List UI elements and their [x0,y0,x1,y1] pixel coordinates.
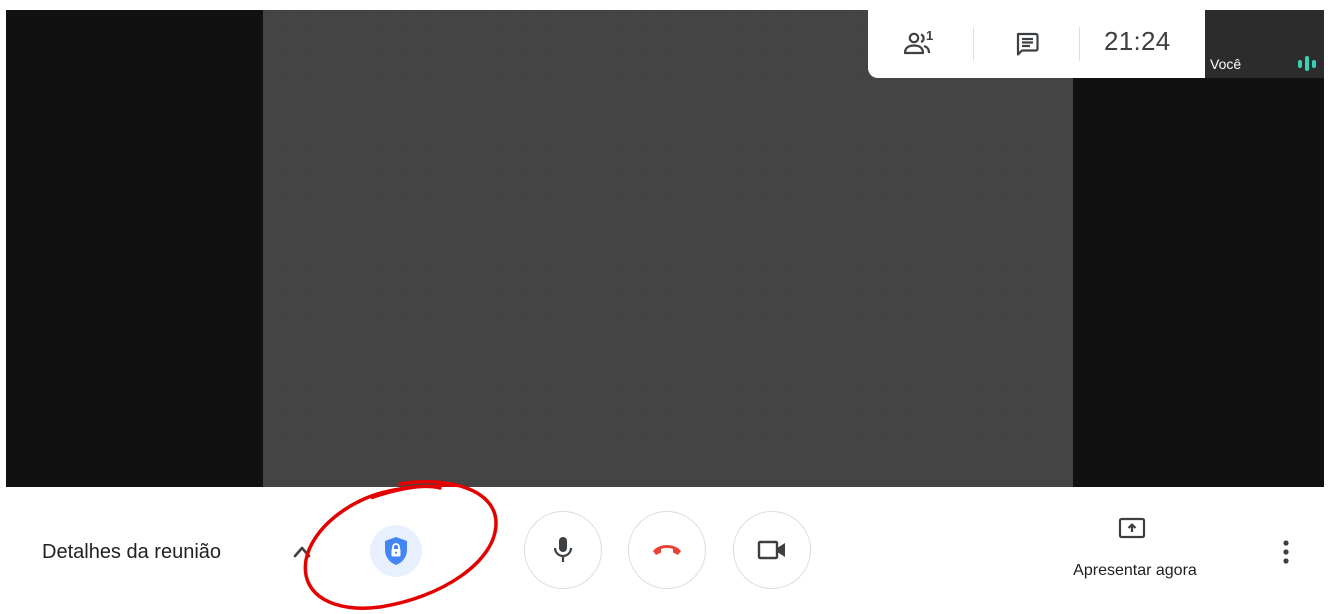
hangup-icon [653,545,681,555]
hangup-button[interactable] [628,511,706,589]
more-vertical-icon [1283,540,1289,564]
people-button[interactable]: 1 [888,10,950,78]
chat-icon [1016,32,1039,56]
host-controls-button[interactable] [370,525,422,577]
audio-level-icon [1298,56,1316,71]
top-info-panel: 1 21:24 [868,10,1205,78]
present-screen-icon [1118,517,1146,539]
video-area [6,10,1324,487]
meet-call-screen: 1 21:24 Você Detalhes da reunião Apresen… [0,0,1330,614]
main-video-feed [263,10,1073,487]
call-time: 21:24 [1104,26,1171,56]
present-now-label: Apresentar agora [1073,562,1197,579]
chat-button[interactable] [996,10,1058,78]
microphone-button[interactable] [524,511,602,589]
bottom-control-bar: Detalhes da reunião Apresentar agora [0,487,1330,614]
self-name-label: Você [1210,56,1242,72]
camera-button[interactable] [733,511,811,589]
self-video-tile[interactable]: Você [1205,10,1324,78]
meeting-details-button[interactable]: Detalhes da reunião [42,541,221,564]
people-count-badge: 1 [926,28,934,43]
shield-lock-icon [385,537,407,565]
more-options-button[interactable] [1272,537,1300,567]
meeting-details-label: Detalhes da reunião [42,541,222,563]
chevron-up-icon[interactable] [293,543,311,559]
camera-icon [757,540,785,560]
microphone-icon [553,537,573,562]
divider [1079,27,1080,61]
present-now-button[interactable]: Apresentar agora [1050,515,1220,583]
divider [973,27,974,61]
